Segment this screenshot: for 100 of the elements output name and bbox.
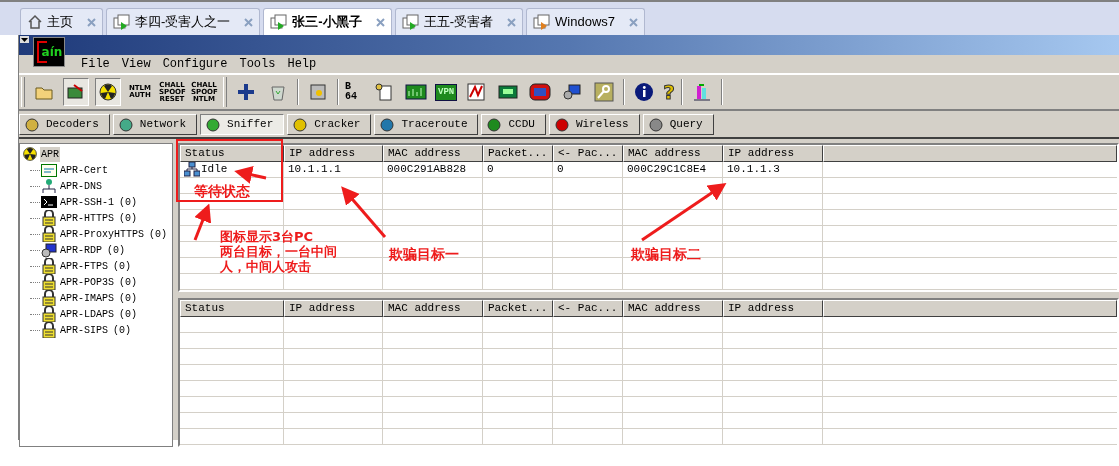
column-header[interactable]: IP address bbox=[284, 300, 383, 317]
vpn-button[interactable]: VPN bbox=[435, 83, 458, 101]
network-hosts-icon bbox=[184, 162, 200, 177]
table-cell-text: 000C291AB828 bbox=[387, 162, 467, 178]
column-header[interactable]: IP address bbox=[723, 145, 823, 162]
tree-item[interactable]: APR-SIPS (0) bbox=[60, 322, 132, 338]
virtual-machine-icon bbox=[533, 14, 552, 30]
tower-icon bbox=[691, 82, 712, 102]
tree-item[interactable]: APR-IMAPS (0) bbox=[60, 290, 138, 306]
tab[interactable]: Sniffer bbox=[200, 114, 285, 135]
tab-label: 王五-受害者 bbox=[423, 13, 494, 32]
tab[interactable]: Cracker bbox=[287, 114, 372, 135]
padlock-icon bbox=[42, 226, 56, 242]
tab-icon bbox=[205, 116, 222, 133]
column-header[interactable]: MAC address bbox=[623, 300, 723, 317]
tab-icon bbox=[117, 116, 134, 133]
home-icon bbox=[27, 14, 43, 30]
tree-item[interactable]: APR-POP3S (0) bbox=[60, 274, 138, 290]
padlock-icon bbox=[42, 258, 56, 274]
computer-icon bbox=[41, 242, 57, 258]
annotation-text: 图标显示3台PC 两台目标，一台中间 人，中间人攻击 bbox=[220, 229, 337, 274]
virtual-machine-icon bbox=[113, 14, 131, 30]
annotation-text: 欺骗目标二 bbox=[631, 245, 701, 264]
tab[interactable]: Traceroute bbox=[374, 114, 479, 135]
padlock-icon bbox=[42, 306, 56, 322]
column-header[interactable]: MAC address bbox=[623, 145, 723, 162]
terminal-icon bbox=[41, 196, 57, 208]
menu-item[interactable]: Configure bbox=[162, 55, 228, 73]
column-header[interactable]: <- Pac... bbox=[553, 300, 623, 317]
plus-icon bbox=[236, 82, 256, 102]
radiation-icon bbox=[22, 146, 38, 162]
tree-item[interactable]: APR-FTPS (0) bbox=[60, 258, 132, 274]
key-icon bbox=[594, 82, 615, 102]
caret-icon[interactable] bbox=[20, 36, 29, 43]
column-header[interactable]: Status bbox=[180, 300, 284, 317]
virtual-machine-icon bbox=[270, 14, 289, 30]
browser-tab[interactable]: 王五-受害者 bbox=[394, 8, 524, 35]
browser-tab[interactable]: Windows7 bbox=[526, 8, 645, 35]
tree-item[interactable]: APR-RDP (0) bbox=[60, 242, 126, 258]
column-header[interactable]: Packet... bbox=[483, 145, 553, 162]
tree-item[interactable]: APR-LDAPS (0) bbox=[60, 306, 138, 322]
column-header[interactable]: MAC address bbox=[383, 300, 483, 317]
annotation-text: 等待状态 bbox=[194, 182, 250, 201]
tab[interactable]: Decoders bbox=[19, 114, 110, 135]
table-cell-text: 0 bbox=[557, 162, 564, 178]
key-document-icon bbox=[374, 82, 394, 102]
tab-icon bbox=[486, 116, 503, 133]
column-header[interactable]: Status bbox=[180, 145, 284, 162]
tree-item[interactable]: APR bbox=[40, 146, 60, 162]
tab[interactable]: CCDU bbox=[481, 114, 546, 135]
tab-label: Windows7 bbox=[555, 13, 615, 32]
tree-item[interactable]: APR-HTTPS (0) bbox=[60, 210, 138, 226]
column-header[interactable]: IP address bbox=[284, 145, 383, 162]
network-icon bbox=[41, 178, 57, 194]
circuit-card-icon bbox=[498, 84, 519, 100]
info-icon bbox=[634, 82, 655, 102]
padlock-icon bbox=[42, 210, 56, 226]
logo: aín bbox=[33, 37, 65, 67]
radiation-icon bbox=[98, 82, 118, 102]
monitor-icon bbox=[529, 83, 552, 101]
tab-icon bbox=[292, 116, 309, 133]
menu-item[interactable]: View bbox=[121, 55, 151, 73]
tab[interactable]: Wireless bbox=[548, 114, 640, 135]
table-cell-text: 10.1.1.3 bbox=[727, 162, 780, 178]
padlock-icon bbox=[42, 322, 56, 338]
toolbar-button[interactable] bbox=[63, 78, 89, 106]
column-header[interactable] bbox=[823, 300, 1117, 317]
arrow bbox=[341, 186, 387, 238]
tab-icon bbox=[24, 116, 40, 133]
network-card-icon bbox=[66, 82, 86, 102]
tree-item[interactable]: APR-SSH-1 (0) bbox=[60, 194, 138, 210]
tree-item[interactable]: APR-ProxyHTTPS (0) bbox=[60, 226, 168, 242]
tab-icon bbox=[379, 116, 396, 133]
toolbar-button[interactable] bbox=[95, 78, 121, 106]
tree-item[interactable]: APR-Cert bbox=[60, 162, 108, 178]
base64-button[interactable]: B 64 bbox=[345, 82, 365, 102]
menu-item[interactable]: Help bbox=[287, 55, 317, 73]
table-cell-text: Idle bbox=[201, 162, 228, 178]
tab[interactable]: Network bbox=[112, 114, 198, 135]
tab[interactable]: Query bbox=[642, 114, 714, 135]
arrow bbox=[193, 203, 212, 241]
browser-tab[interactable]: 李四-受害人之一 bbox=[106, 8, 261, 35]
close-icon[interactable] bbox=[375, 17, 385, 27]
tab-icon bbox=[647, 116, 664, 133]
tree-item[interactable]: APR-DNS bbox=[60, 178, 102, 194]
column-header[interactable]: Packet... bbox=[483, 300, 553, 317]
menu-item[interactable]: Tools bbox=[239, 55, 276, 73]
column-header[interactable] bbox=[823, 145, 1117, 162]
padlock-icon bbox=[42, 290, 56, 306]
arrow bbox=[234, 166, 267, 184]
column-header[interactable]: <- Pac... bbox=[553, 145, 623, 162]
column-header[interactable]: MAC address bbox=[383, 145, 483, 162]
browser-tab[interactable]: 张三-小黑子 bbox=[263, 8, 392, 35]
browser-tab[interactable]: 主页 bbox=[20, 8, 103, 35]
table-cell-text: 000C29C1C8E4 bbox=[627, 162, 707, 178]
chart-document-icon bbox=[466, 82, 487, 102]
computer-icon bbox=[562, 82, 583, 102]
menu-item[interactable]: File bbox=[81, 55, 110, 73]
column-header[interactable]: IP address bbox=[723, 300, 823, 317]
tab-label: 主页 bbox=[47, 13, 73, 32]
